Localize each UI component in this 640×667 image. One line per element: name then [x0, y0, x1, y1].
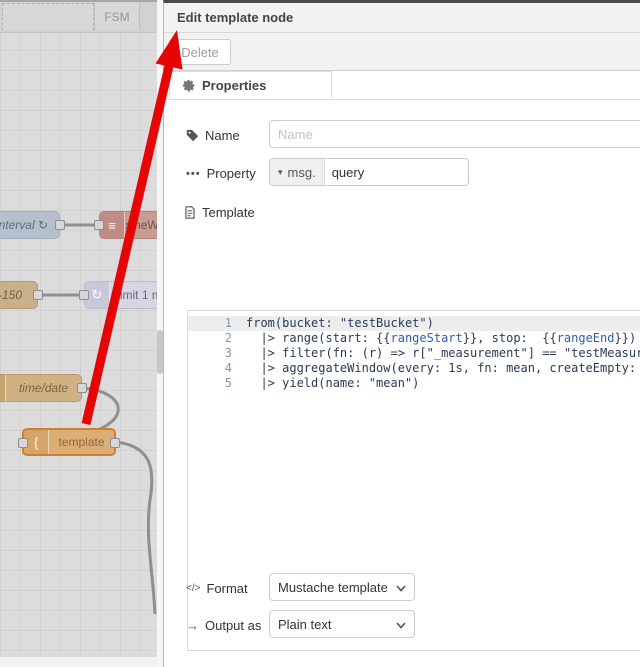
dialog-tab-bar: Properties — [164, 71, 640, 100]
node-interval[interactable]: interval ↻ — [0, 211, 65, 239]
line-number: 5 — [224, 376, 232, 390]
node-label: interval ↻ — [0, 218, 49, 232]
output-port[interactable] — [55, 220, 65, 230]
property-type-select[interactable]: ▾ msg. — [270, 159, 325, 185]
wire — [115, 440, 157, 615]
code-lines: 1 from(bucket: "testBucket") 2 |> range(st… — [188, 316, 640, 391]
workspace-tab-fsm[interactable]: FSM — [94, 3, 140, 30]
node-sinewave[interactable]: ≡sineWave — [94, 211, 157, 239]
node-limit-1-ms[interactable]: ↻limit 1 ms — [79, 281, 157, 309]
edit-dialog: Edit template node Delete Properties Nam… — [163, 0, 640, 667]
template-field-label: Template — [184, 205, 255, 220]
line-number: 2 — [224, 331, 232, 345]
tag-icon — [186, 129, 199, 142]
name-field-label: Name — [186, 128, 240, 143]
node-ms-150[interactable]: s-150 — [0, 281, 43, 309]
code-line: 4 |> aggregateWindow(every: 1s, fn: mean… — [188, 361, 640, 376]
node-time-date[interactable]: ftime/date — [0, 374, 87, 402]
property-input-group: ▾ msg. query — [269, 158, 469, 186]
line-number: 3 — [224, 346, 232, 360]
line-number: 4 — [224, 361, 232, 375]
chevron-down-icon — [396, 580, 406, 595]
dialog-toolbar: Delete — [164, 33, 640, 71]
workspace-tab-bar: FSM — [0, 0, 157, 33]
tab-properties[interactable]: Properties — [169, 71, 332, 99]
output-port[interactable] — [33, 290, 43, 300]
dialog-title: Edit template node — [177, 10, 294, 25]
code-text: |> yield(name: "mean") — [246, 376, 420, 390]
code-line: 1 from(bucket: "testBucket") — [188, 316, 640, 331]
output-as-select[interactable]: Plain text — [269, 610, 415, 638]
code-text: |> aggregateWindow(every: 1s, fn: mean, … — [260, 361, 637, 375]
property-input[interactable]: query — [325, 159, 372, 185]
code-line: 2 |> range(start: {{rangeStart}}, stop: … — [188, 331, 640, 346]
chevron-down-icon — [396, 617, 406, 632]
app-window: interval ↻ ≡sineWave s-150 ↻limit 1 ms ftime… — [0, 0, 640, 667]
name-input[interactable] — [269, 120, 640, 148]
node-label: limit 1 ms — [117, 288, 157, 302]
workspace-tab[interactable] — [2, 3, 94, 30]
tab-properties-label: Properties — [202, 77, 267, 93]
format-field-label: </> Format — [186, 581, 248, 596]
property-field-label: ••• Property — [186, 166, 256, 181]
dialog-header: Edit template node — [164, 3, 640, 33]
code-line: 5 |> yield(name: "mean") — [188, 376, 640, 391]
output-as-field-label: → Output as — [186, 618, 262, 633]
input-port[interactable] — [18, 438, 28, 448]
line-number: 1 — [224, 316, 232, 330]
node-template[interactable]: {template — [18, 428, 120, 456]
input-port[interactable] — [94, 220, 104, 230]
node-label: template — [58, 435, 105, 449]
format-select[interactable]: Mustache template — [269, 573, 415, 601]
flow-canvas[interactable]: interval ↻ ≡sineWave s-150 ↻limit 1 ms ftime… — [0, 0, 157, 667]
delete-button[interactable]: Delete — [169, 39, 231, 65]
code-text: from(bucket: "testBucket") — [246, 316, 434, 330]
node-label: time/date — [18, 381, 69, 395]
wire-layer — [21, 223, 157, 615]
node-label: sineWave — [125, 218, 157, 232]
output-port[interactable] — [77, 383, 87, 393]
code-text: |> filter(fn: (r) => r["_measurement"] =… — [260, 346, 640, 360]
code-icon: </> — [186, 583, 201, 594]
code-text: |> range(start: {{rangeStart}}, stop: {{… — [246, 331, 637, 345]
gear-icon — [182, 79, 195, 92]
node-label: s-150 — [0, 288, 23, 302]
ellipsis-icon: ••• — [186, 167, 201, 180]
output-port[interactable] — [110, 438, 120, 448]
caret-down-icon: ▾ — [278, 166, 283, 177]
template-file-icon — [184, 206, 196, 219]
workspace-tab-label: FSM — [104, 9, 130, 24]
arrow-right-icon: → — [186, 618, 199, 633]
canvas-horizontal-scrollbar[interactable] — [0, 657, 157, 667]
input-port[interactable] — [79, 290, 89, 300]
code-line: 3 |> filter(fn: (r) => r["_measurement"]… — [188, 346, 640, 361]
